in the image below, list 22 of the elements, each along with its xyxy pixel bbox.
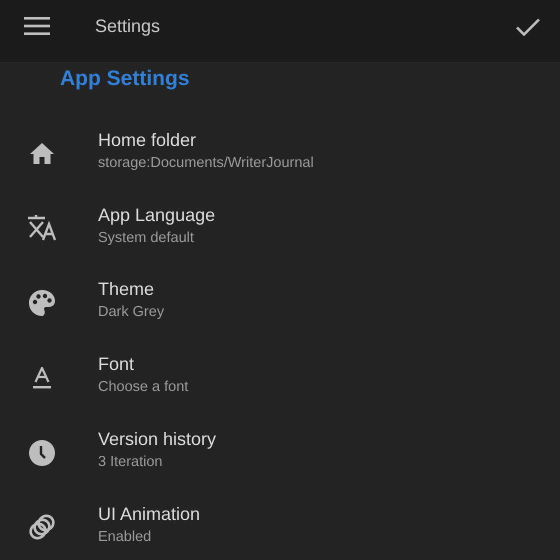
setting-summary: Dark Grey [98, 304, 164, 320]
setting-summary: Enabled [98, 528, 152, 545]
font-icon [32, 366, 52, 389]
setting-title[interactable]: Version history [98, 429, 216, 450]
setting-title[interactable]: Home folder [98, 130, 314, 151]
setting-summary: System default [98, 230, 195, 246]
screen-title: Settings [95, 16, 162, 36]
palette-icon [29, 290, 55, 316]
translate-icon [27, 215, 57, 242]
section-header: App Settings [60, 66, 190, 92]
menu-icon[interactable] [24, 17, 50, 35]
setting-title[interactable]: Font [98, 354, 188, 376]
setting-summary: 3 Iteration [98, 454, 164, 470]
setting-summary: Choose a font [98, 379, 188, 396]
setting-summary: storage:Documents/WriterJournal [98, 154, 314, 171]
rings-icon [28, 514, 56, 540]
setting-title[interactable]: App Language [98, 204, 216, 226]
home-icon [30, 142, 54, 164]
setting-title[interactable]: UI Animation [98, 504, 200, 525]
setting-title[interactable]: Theme [98, 279, 164, 300]
checkmark-icon[interactable] [516, 18, 540, 36]
clock-icon [29, 440, 55, 466]
